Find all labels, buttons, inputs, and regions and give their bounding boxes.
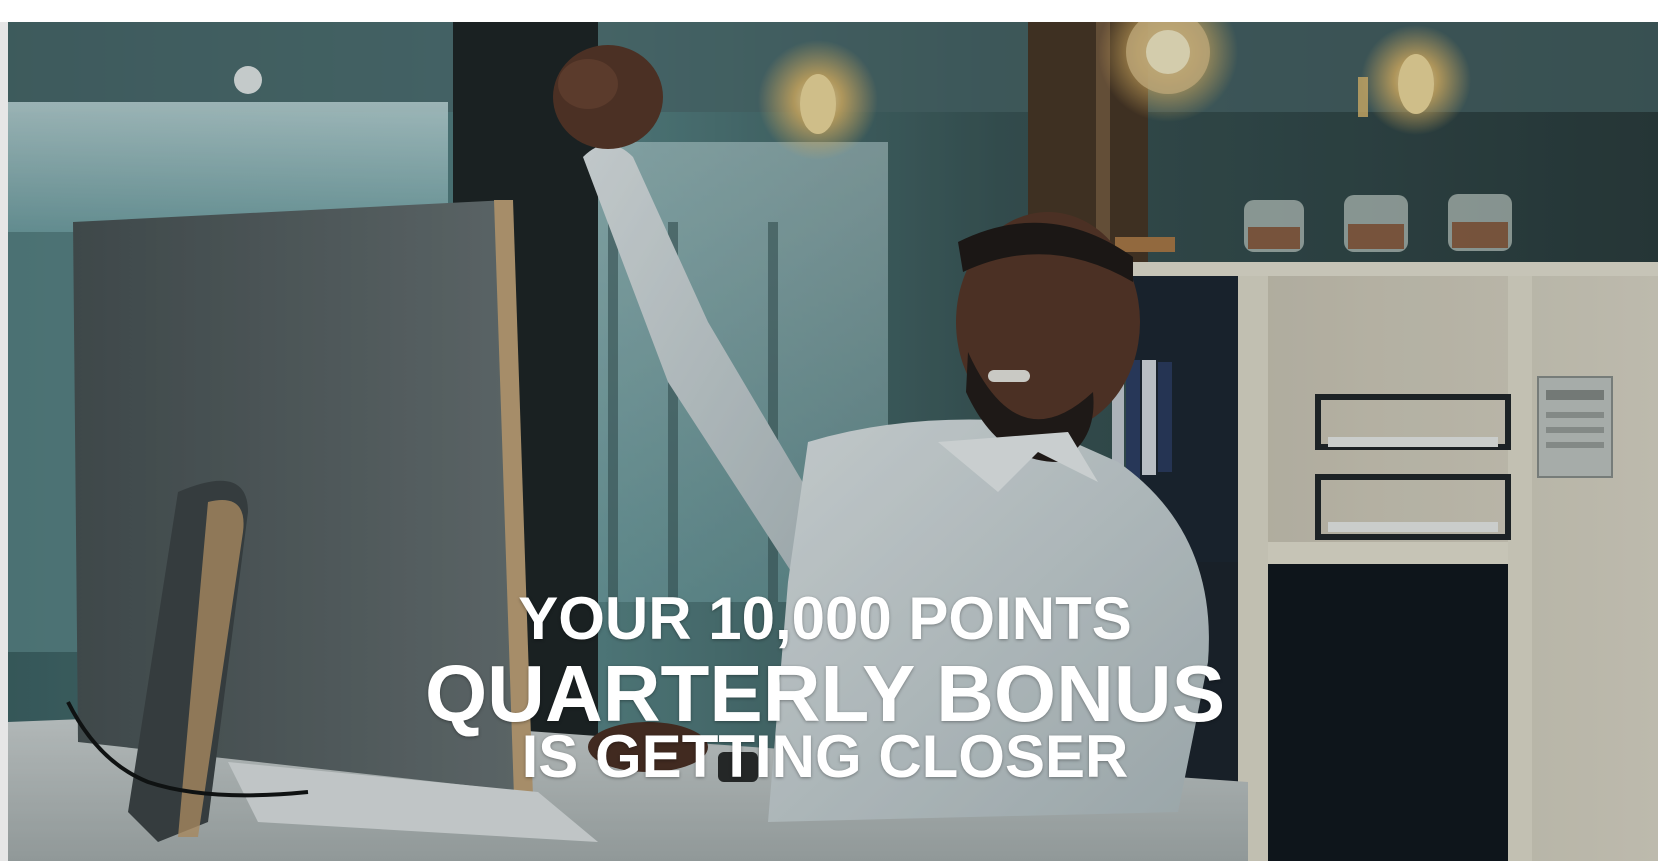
- scroll-edge: [0, 22, 8, 861]
- headline-line-1: YOUR 10,000 POINTS: [518, 585, 1132, 652]
- headline-line-3: IS GETTING CLOSER: [521, 723, 1129, 790]
- hero-banner[interactable]: YOUR 10,000 POINTS QUARTERLY BONUS IS GE…: [8, 22, 1658, 861]
- headline: YOUR 10,000 POINTS QUARTERLY BONUS IS GE…: [8, 22, 1658, 861]
- page: YOUR 10,000 POINTS QUARTERLY BONUS IS GE…: [0, 0, 1658, 861]
